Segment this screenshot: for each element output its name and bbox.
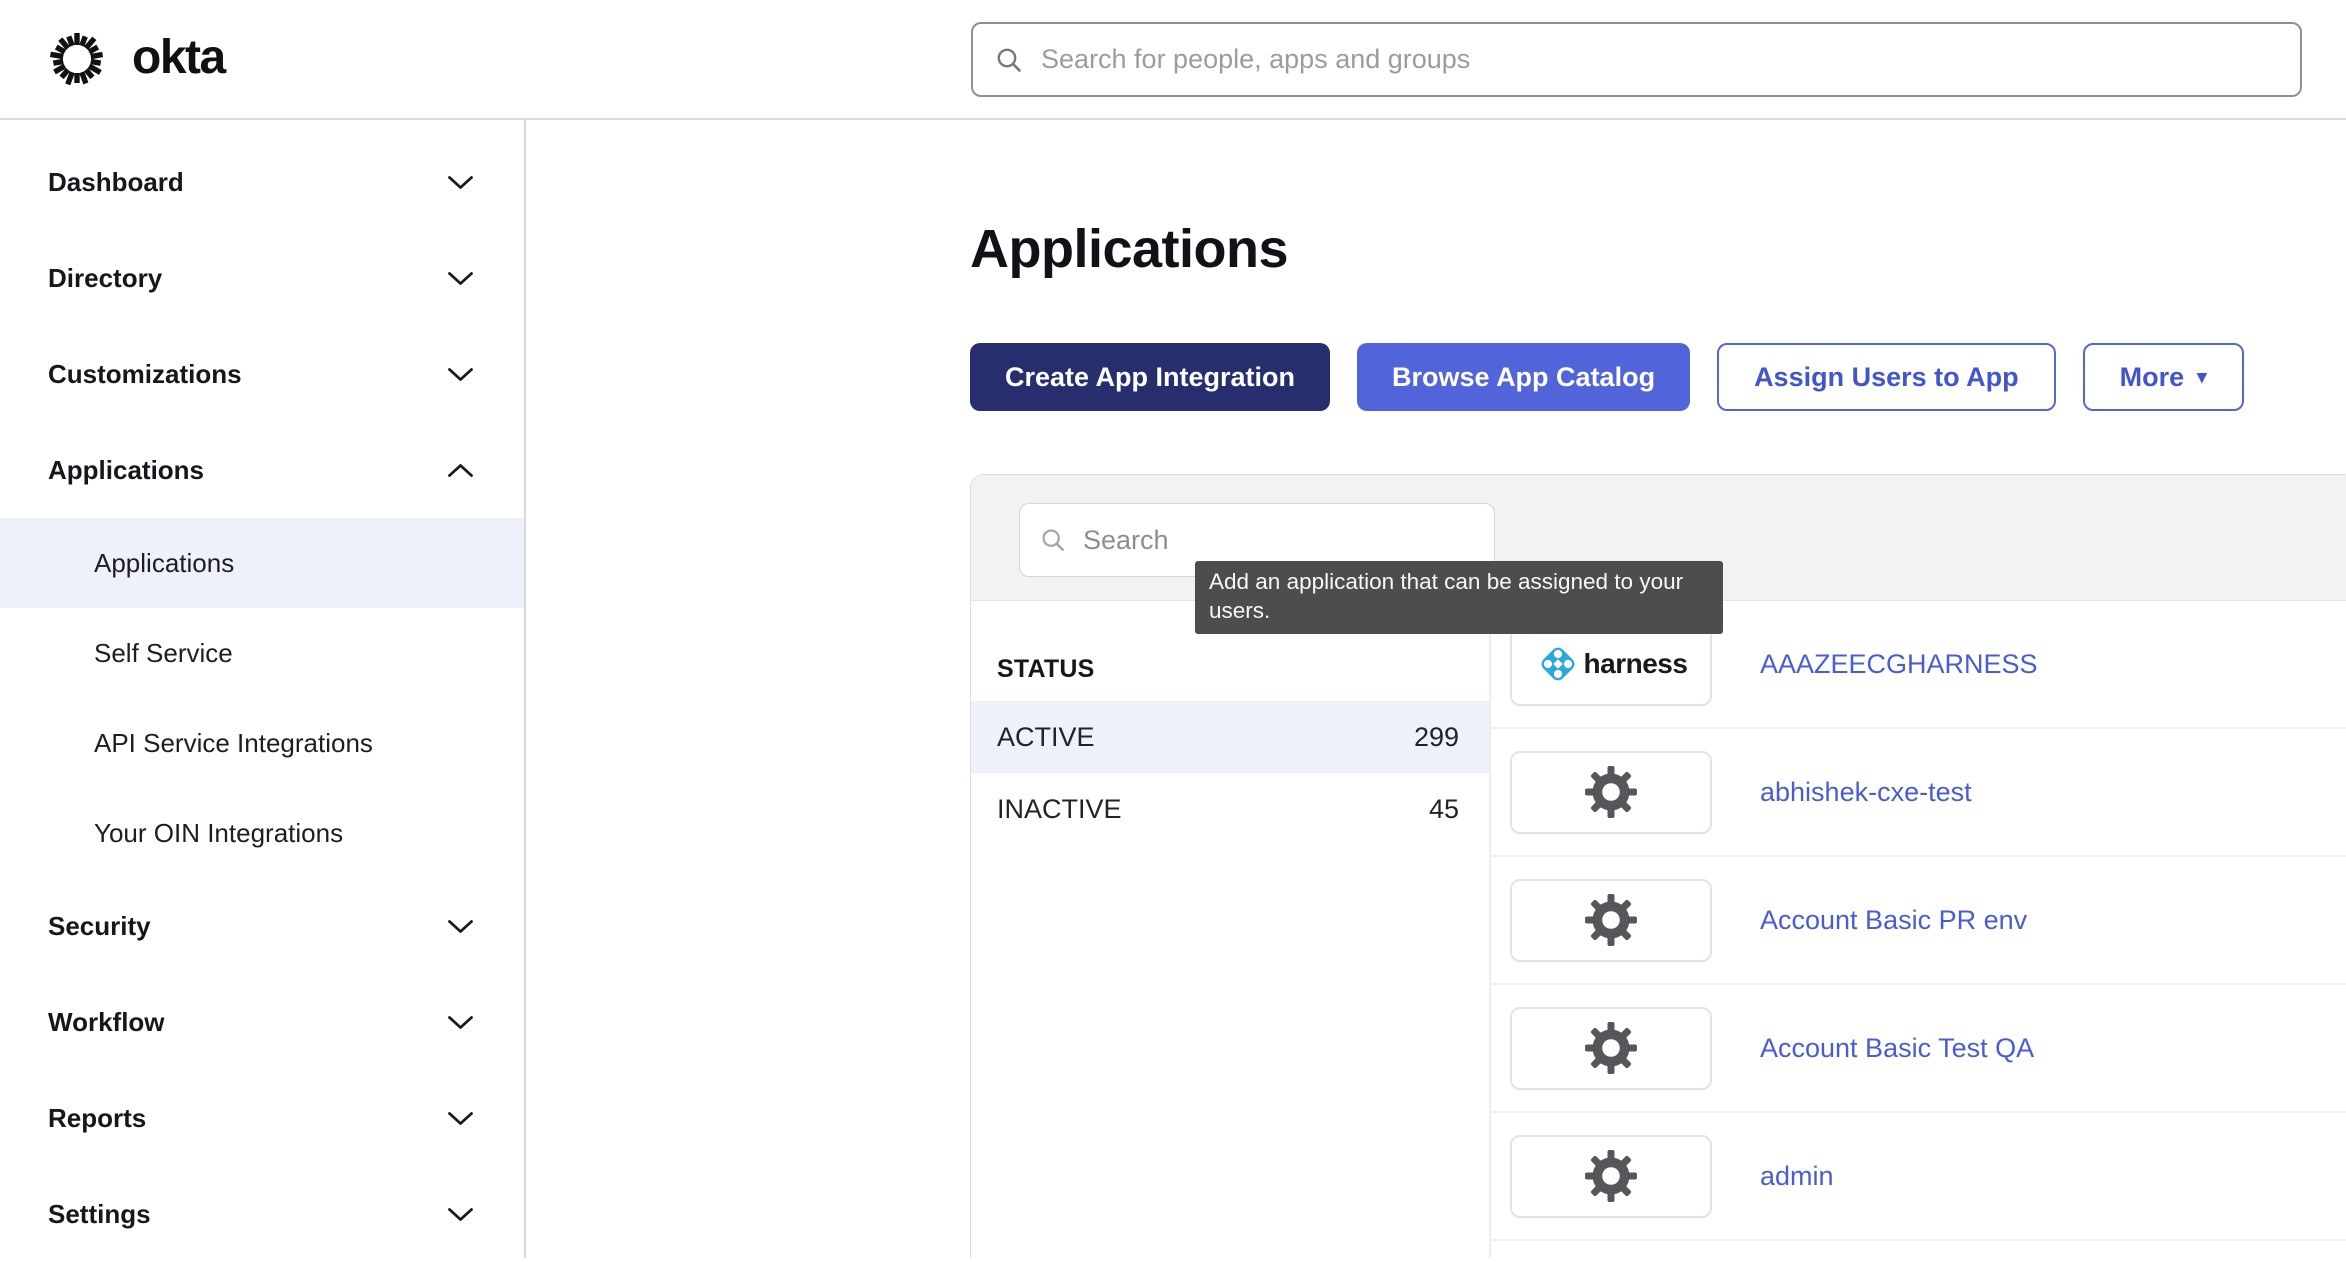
chevron-down-icon	[447, 1110, 474, 1127]
harness-logo: harness	[1535, 641, 1688, 687]
sidebar-item-label: Security	[48, 911, 151, 942]
sidebar-item-workflow[interactable]: Workflow	[0, 974, 524, 1070]
sidebar-item-directory[interactable]: Directory	[0, 230, 524, 326]
action-button-label: Create App Integration	[1005, 362, 1295, 393]
status-filter-count: 299	[1414, 722, 1459, 753]
panel-body: STATUS ACTIVE 299 INACTIVE 45 harness AA…	[971, 601, 2346, 1258]
gear-icon	[1583, 892, 1639, 948]
action-buttons: Create App Integration Browse App Catalo…	[970, 343, 2244, 411]
status-filter-label: INACTIVE	[997, 794, 1122, 825]
gear-icon	[1583, 1020, 1639, 1076]
action-button-label: More	[2120, 362, 2185, 393]
status-filter: STATUS ACTIVE 299 INACTIVE 45	[971, 601, 1491, 1258]
okta-logo[interactable]: okta	[0, 30, 225, 89]
action-button-label: Browse App Catalog	[1392, 362, 1655, 393]
sidebar-item-applications[interactable]: Applications	[0, 518, 524, 608]
app-list: harness AAAZEECGHARNESS abhishek-cxe-tes…	[1491, 601, 2346, 1258]
global-search-input[interactable]	[1039, 43, 2280, 76]
app-link-aaazeecgharness[interactable]: AAAZEECGHARNESS	[1760, 649, 2038, 680]
sidebar-item-settings[interactable]: Settings	[0, 1166, 524, 1262]
app-logo-card	[1510, 879, 1712, 962]
app-row: admin	[1491, 1113, 2346, 1241]
chevron-down-icon	[447, 918, 474, 935]
chevron-up-icon	[447, 462, 474, 479]
sidebar-item-api-service-integrations[interactable]: API Service Integrations	[0, 698, 524, 788]
action-button-label: Assign Users to App	[1754, 362, 2019, 393]
chevron-down-icon	[447, 1014, 474, 1031]
sidebar-item-label: API Service Integrations	[94, 728, 373, 759]
chevron-down-icon	[447, 1206, 474, 1223]
top-header: okta	[0, 0, 2346, 120]
page-title: Applications	[970, 218, 1288, 280]
caret-down-icon: ▾	[2197, 368, 2207, 387]
sidebar-item-label: Applications	[94, 548, 234, 579]
app-link-abhishek-cxe-test[interactable]: abhishek-cxe-test	[1760, 777, 1972, 808]
sidebar-item-label: Self Service	[94, 638, 233, 669]
search-icon	[995, 46, 1023, 74]
okta-logo-icon	[48, 30, 106, 88]
sidebar-item-label: Directory	[48, 263, 162, 294]
sidebar-item-label: Workflow	[48, 1007, 165, 1038]
sidebar-item-label: Dashboard	[48, 167, 184, 198]
sidebar-item-label: Applications	[48, 455, 204, 486]
app-link-account-basic-test-qa[interactable]: Account Basic Test QA	[1760, 1033, 2034, 1064]
sidebar-item-applications[interactable]: Applications	[0, 422, 524, 518]
search-icon	[1040, 527, 1066, 553]
app-link-account-basic-pr-env[interactable]: Account Basic PR env	[1760, 905, 2027, 936]
app-link-admin[interactable]: admin	[1760, 1161, 1834, 1192]
sidebar-item-self-service[interactable]: Self Service	[0, 608, 524, 698]
gear-icon	[1583, 764, 1639, 820]
status-filter-title: STATUS	[971, 637, 1489, 701]
global-search[interactable]	[971, 22, 2302, 97]
status-filter-inactive[interactable]: INACTIVE 45	[971, 773, 1489, 845]
sidebar-item-label: Your OIN Integrations	[94, 818, 343, 849]
main-content: Applications Create App Integration Brow…	[526, 120, 2346, 1258]
more-button[interactable]: More ▾	[2083, 343, 2244, 411]
assign-users-to-app-button[interactable]: Assign Users to App	[1717, 343, 2056, 411]
gear-icon	[1583, 1148, 1639, 1204]
create-app-integration-button[interactable]: Create App Integration	[970, 343, 1330, 411]
chevron-down-icon	[447, 366, 474, 383]
app-row: Account Basic PR env	[1491, 857, 2346, 985]
app-row: Account Basic Test QA	[1491, 985, 2346, 1113]
okta-wordmark: okta	[132, 30, 225, 89]
sidebar-item-your-oin-integrations[interactable]: Your OIN Integrations	[0, 788, 524, 878]
sidebar: Dashboard Directory Customizations Appli…	[0, 120, 526, 1258]
applications-panel: Add an application that can be assigned …	[970, 474, 2346, 1258]
status-filter-label: ACTIVE	[997, 722, 1095, 753]
tooltip: Add an application that can be assigned …	[1195, 561, 1723, 634]
app-logo-card	[1510, 1135, 1712, 1218]
sidebar-item-label: Settings	[48, 1199, 151, 1230]
harness-logo-text: harness	[1584, 648, 1688, 680]
app-logo-card	[1510, 751, 1712, 834]
browse-app-catalog-button[interactable]: Browse App Catalog	[1357, 343, 1690, 411]
sidebar-item-customizations[interactable]: Customizations	[0, 326, 524, 422]
status-filter-active[interactable]: ACTIVE 299	[971, 701, 1489, 773]
sidebar-item-label: Reports	[48, 1103, 146, 1134]
sidebar-item-label: Customizations	[48, 359, 242, 390]
sidebar-item-security[interactable]: Security	[0, 878, 524, 974]
status-filter-count: 45	[1429, 794, 1459, 825]
chevron-down-icon	[447, 174, 474, 191]
harness-logo-icon	[1535, 641, 1581, 687]
app-logo-card	[1510, 1007, 1712, 1090]
sidebar-item-dashboard[interactable]: Dashboard	[0, 134, 524, 230]
chevron-down-icon	[447, 270, 474, 287]
app-row: abhishek-cxe-test	[1491, 729, 2346, 857]
app-logo-card: harness	[1510, 623, 1712, 706]
sidebar-item-reports[interactable]: Reports	[0, 1070, 524, 1166]
okta-admin-console: okta Dashboard Directory Customizations …	[0, 0, 2346, 1258]
app-search-input[interactable]	[1081, 524, 1494, 557]
